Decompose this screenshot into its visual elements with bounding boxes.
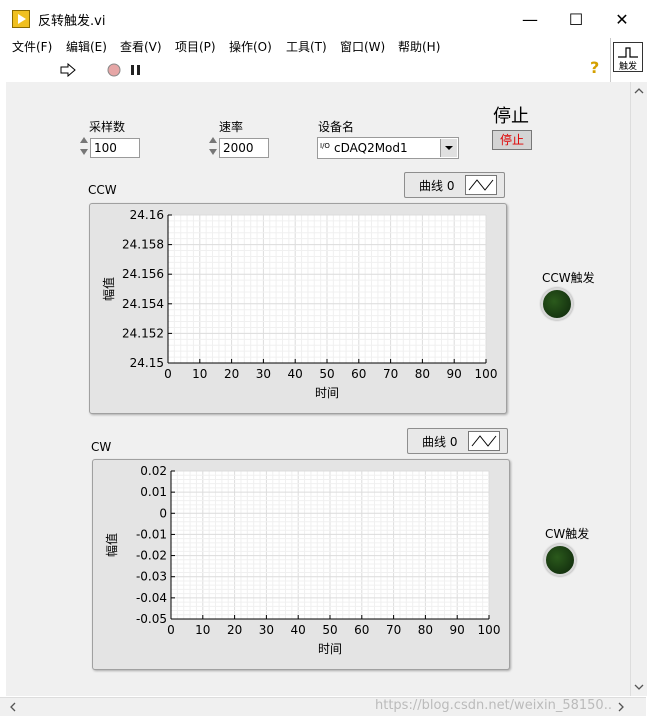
ccw-plot-legend[interactable]: 曲线 0 [404,172,505,198]
connector-pane-icon[interactable]: 触发 [613,42,643,72]
rate-label: 速率 [219,120,244,134]
io-prefix-icon: I/O [320,142,330,150]
x-tick-label: 60 [354,623,369,637]
y-tick-label: -0.01 [136,527,167,541]
ccw-trigger-label: CCW触发 [542,271,595,285]
chevron-down-icon [445,146,453,150]
x-tick-label: 60 [351,367,366,381]
y-tick-label: 0 [159,506,167,520]
x-tick-label: 0 [164,367,172,381]
x-tick-label: 20 [227,623,242,637]
ccw-trigger-led [541,288,573,320]
close-button[interactable]: ✕ [599,0,645,38]
menu-window[interactable]: 窗口(W) [340,38,385,55]
vertical-scrollbar[interactable] [630,82,647,696]
ccw-graph-label: CCW [88,183,117,197]
x-tick-label: 20 [224,367,239,381]
run-arrow-icon[interactable] [60,63,76,77]
plot-line-style-icon [465,175,497,195]
x-tick-label: 30 [259,623,274,637]
x-tick-label: 40 [291,623,306,637]
samples-input[interactable]: 100 [90,138,140,158]
watermark-text: https://blog.csdn.net/weixin_58150.. [375,698,612,713]
scroll-right-icon[interactable] [616,700,626,714]
scroll-up-icon[interactable] [632,86,646,96]
x-tick-label: 50 [322,623,337,637]
x-tick-label: 50 [319,367,334,381]
samples-label: 采样数 [89,120,126,134]
x-tick-label: 100 [475,367,498,381]
device-dropdown-button[interactable] [440,139,457,157]
cw-graph-canvas: 0 10 20 30 40 50 60 70 80 90 100 0.02 0.01 0 -0.01 -0.0… [104,464,501,656]
x-tick-label: 70 [386,623,401,637]
menu-edit[interactable]: 编辑(E) [66,38,107,55]
x-tick-label: 80 [415,367,430,381]
toolbar [0,58,610,82]
y-tick-label: -0.04 [136,591,167,605]
scroll-down-icon[interactable] [632,682,646,692]
window-title: 反转触发.vi [38,14,106,29]
plot-line-style-icon [468,431,500,451]
x-tick-label: 90 [447,367,462,381]
context-help-icon[interactable]: ? [590,58,599,77]
x-tick-label: 40 [288,367,303,381]
connector-label: 触发 [618,62,637,72]
y-tick-label: 24.16 [130,208,164,222]
menu-file[interactable]: 文件(F) [12,38,52,55]
y-tick-label: 24.156 [122,267,164,281]
trigger-waveform-icon [618,47,638,58]
samples-increment-decrement[interactable] [79,135,89,161]
y-tick-label: 24.154 [122,297,164,311]
y-tick-label: -0.03 [136,570,167,584]
stop-label: 停止 [493,106,529,127]
x-tick-label: 80 [418,623,433,637]
x-tick-label: 70 [383,367,398,381]
x-tick-label: 90 [450,623,465,637]
toolbar-separator [610,38,611,82]
y-axis-title: 幅值 [104,533,119,557]
stop-button[interactable]: 停止 [492,130,532,150]
ccw-graph-canvas: 0 10 20 30 40 50 60 70 80 90 100 24.16 24.158 24.156 2… [101,208,498,400]
y-axis-title: 幅值 [101,277,116,301]
cw-trigger-label: CW触发 [545,527,590,541]
labview-vi-icon [12,10,30,28]
menu-operate[interactable]: 操作(O) [229,38,272,55]
x-tick-label: 100 [478,623,501,637]
y-tick-label: 24.15 [130,356,164,370]
x-tick-label: 10 [192,367,207,381]
y-tick-label: -0.02 [136,549,167,563]
y-tick-label: 24.158 [122,238,164,252]
y-tick-label: 0.01 [140,485,167,499]
y-tick-label: -0.05 [136,612,167,626]
rate-input[interactable]: 2000 [219,138,269,158]
scroll-left-icon[interactable] [8,700,18,714]
cw-trigger-led [544,544,576,576]
x-tick-label: 30 [256,367,271,381]
x-axis-title: 时间 [318,642,342,656]
device-name-value: cDAQ2Mod1 [334,141,408,155]
maximize-button[interactable]: ☐ [553,0,599,38]
menu-project[interactable]: 项目(P) [175,38,216,55]
y-tick-label: 0.02 [140,464,167,478]
y-tick-label: 24.152 [122,326,164,340]
device-name-select[interactable]: I/O cDAQ2Mod1 [317,137,459,159]
menu-tools[interactable]: 工具(T) [286,38,327,55]
cw-graph-label: CW [91,440,112,454]
pause-icon[interactable] [130,64,142,76]
menu-view[interactable]: 查看(V) [120,38,162,55]
menu-help[interactable]: 帮助(H) [398,38,440,55]
x-tick-label: 0 [167,623,175,637]
x-axis-title: 时间 [315,386,339,400]
rate-increment-decrement[interactable] [208,135,218,161]
ccw-legend-label: 曲线 0 [419,179,455,193]
minimize-button[interactable]: — [507,0,553,38]
abort-execution-icon[interactable] [107,63,121,77]
cw-plot-legend[interactable]: 曲线 0 [407,428,508,454]
cw-legend-label: 曲线 0 [422,435,458,449]
device-label: 设备名 [318,120,355,134]
x-tick-label: 10 [195,623,210,637]
